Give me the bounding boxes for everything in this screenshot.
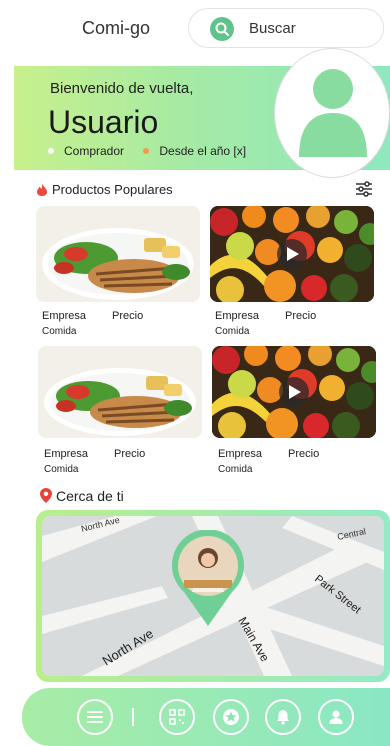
username: Usuario bbox=[48, 104, 159, 140]
company-name: Empresa bbox=[42, 310, 87, 322]
user-avatar-icon bbox=[299, 69, 367, 157]
user-role: Comprador bbox=[64, 144, 125, 158]
since-dot-icon bbox=[143, 148, 150, 155]
bottom-navigation bbox=[22, 688, 390, 746]
company-name: Empresa bbox=[44, 448, 89, 460]
favorites-button[interactable] bbox=[213, 699, 249, 735]
nearby-map[interactable]: North Ave Main Ave North Ave Park Street… bbox=[36, 510, 390, 682]
search-button[interactable]: Buscar bbox=[188, 8, 384, 48]
product-category: Comida bbox=[218, 464, 253, 475]
product-image[interactable] bbox=[38, 346, 202, 438]
filter-icon[interactable] bbox=[355, 181, 373, 197]
product-card-info: Empresa Precio Comida bbox=[42, 310, 143, 337]
product-category: Comida bbox=[44, 464, 79, 475]
app-title: Comi-go bbox=[82, 18, 151, 38]
flame-icon bbox=[37, 183, 47, 196]
play-video-icon[interactable] bbox=[279, 377, 309, 407]
product-card-info: Empresa Precio Comida bbox=[44, 448, 145, 475]
company-name: Empresa bbox=[218, 448, 263, 460]
product-price: Precio bbox=[288, 448, 320, 460]
product-price: Precio bbox=[112, 310, 144, 322]
profile-avatar[interactable] bbox=[274, 48, 390, 178]
product-category: Comida bbox=[215, 326, 250, 337]
product-image[interactable] bbox=[36, 206, 200, 302]
user-tags: Comprador Desde el año [x] bbox=[48, 144, 246, 158]
nearby-title: Cerca de ti bbox=[40, 488, 124, 504]
menu-button[interactable] bbox=[77, 699, 113, 735]
vendor-location-pin-icon[interactable] bbox=[170, 530, 246, 626]
search-icon bbox=[210, 17, 234, 41]
notifications-button[interactable] bbox=[265, 699, 301, 735]
product-category: Comida bbox=[42, 326, 77, 337]
company-name: Empresa bbox=[215, 310, 260, 322]
product-price: Precio bbox=[285, 310, 317, 322]
product-image[interactable] bbox=[210, 206, 374, 302]
product-image[interactable] bbox=[212, 346, 376, 438]
nearby-label: Cerca de ti bbox=[56, 488, 124, 504]
welcome-greeting: Bienvenido de vuelta, bbox=[50, 80, 194, 97]
star-icon bbox=[223, 709, 239, 725]
profile-button[interactable] bbox=[318, 699, 354, 735]
map-view[interactable]: North Ave Main Ave North Ave Park Street… bbox=[42, 516, 384, 676]
product-price: Precio bbox=[114, 448, 146, 460]
popular-products-title: Productos Populares bbox=[36, 182, 173, 197]
user-since: Desde el año [x] bbox=[159, 144, 247, 158]
product-card-info: Empresa Precio Comida bbox=[215, 310, 316, 337]
qr-scan-button[interactable] bbox=[159, 699, 195, 735]
qr-code-icon bbox=[169, 709, 185, 725]
menu-icon bbox=[87, 711, 103, 723]
location-pin-icon bbox=[40, 488, 52, 503]
role-dot-icon bbox=[48, 148, 54, 155]
product-card-info: Empresa Precio Comida bbox=[218, 448, 319, 475]
play-video-icon[interactable] bbox=[277, 239, 307, 269]
bell-icon bbox=[277, 710, 289, 725]
nav-divider bbox=[132, 708, 134, 726]
user-icon bbox=[329, 710, 343, 724]
popular-products-label: Productos Populares bbox=[52, 182, 173, 197]
search-label: Buscar bbox=[249, 20, 296, 37]
